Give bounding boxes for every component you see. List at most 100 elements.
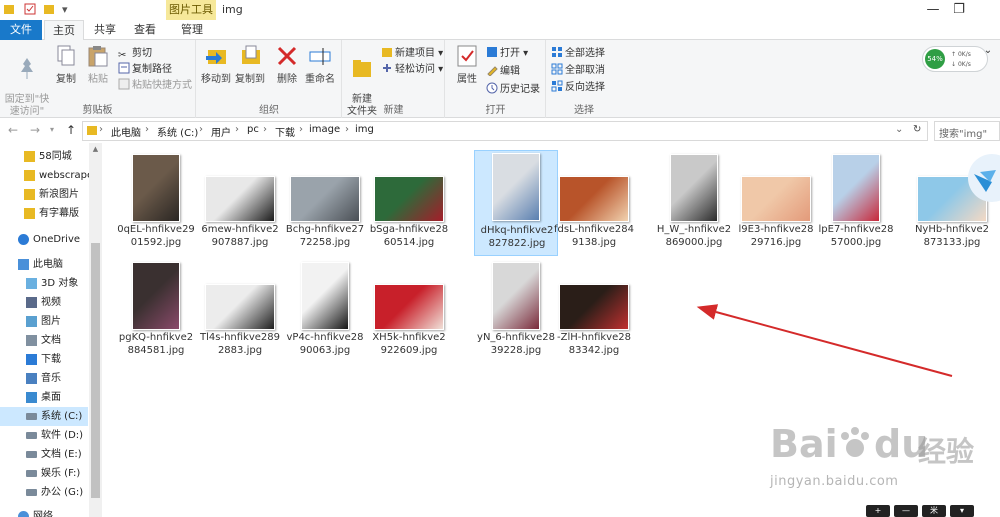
sidebar-item-label: 桌面: [41, 392, 61, 403]
sidebar-item[interactable]: webscrape: [0, 166, 93, 185]
breadcrumb-this-pc[interactable]: 此电脑: [111, 124, 141, 139]
properties-button[interactable]: 属性: [452, 44, 482, 85]
delete-button[interactable]: 删除: [273, 44, 301, 85]
breadcrumb-separator[interactable]: ›: [299, 124, 303, 135]
file-item[interactable]: -ZlH-hnfikve28 83342.jpg: [552, 258, 636, 364]
sidebar-item[interactable]: 桌面: [0, 388, 88, 407]
sidebar-item[interactable]: 系统 (C:): [0, 407, 88, 426]
sidebar-item[interactable]: 下载: [0, 350, 88, 369]
breadcrumb-separator[interactable]: ›: [199, 124, 203, 135]
folder-icon[interactable]: [4, 3, 14, 18]
rename-button[interactable]: 重命名: [303, 44, 337, 85]
sidebar-item[interactable]: 音乐: [0, 369, 88, 388]
scroll-up-arrow-icon[interactable]: ▲: [89, 145, 102, 153]
file-name: Bchg-hnfikve27 72258.jpg: [277, 223, 373, 249]
select-none-button[interactable]: 全部取消: [551, 61, 605, 76]
more-button[interactable]: ▾: [950, 505, 974, 517]
nav-scrollbar[interactable]: ▲: [89, 143, 102, 517]
copy-button[interactable]: 复制: [52, 44, 80, 85]
file-item[interactable]: vP4c-hnfikve28 90063.jpg: [283, 258, 367, 364]
refresh-icon[interactable]: ↻: [913, 124, 921, 135]
open-button[interactable]: 打开 ▾: [486, 44, 528, 59]
file-item[interactable]: Tl4s-hnfikve289 2883.jpg: [198, 258, 282, 364]
tab-home[interactable]: 主页: [44, 20, 84, 41]
tab-manage[interactable]: 管理: [172, 20, 212, 40]
sidebar-item[interactable]: 网络: [0, 507, 88, 517]
back-arrow-icon[interactable]: ←: [8, 123, 18, 137]
zoom-in-button[interactable]: +: [866, 505, 890, 517]
history-button[interactable]: 历史记录: [486, 80, 540, 95]
image-thumbnail: [670, 154, 718, 222]
folder-icon: [24, 170, 35, 181]
easy-access-button[interactable]: 轻松访问 ▾: [381, 60, 443, 75]
breadcrumb-downloads[interactable]: 下载: [275, 124, 295, 139]
address-dropdown-icon[interactable]: ⌄: [895, 124, 903, 135]
file-item[interactable]: 0qEL-hnfikve29 01592.jpg: [114, 150, 198, 256]
breadcrumb-image[interactable]: image: [309, 124, 340, 135]
sidebar-item[interactable]: 3D 对象: [0, 274, 88, 293]
forward-arrow-icon[interactable]: →: [30, 123, 40, 137]
file-item[interactable]: Bchg-hnfikve27 72258.jpg: [283, 150, 367, 256]
sidebar-item[interactable]: 视频: [0, 293, 88, 312]
customize-quick-access-icon[interactable]: ▾: [62, 3, 68, 16]
sidebar-item[interactable]: 新浪图片: [0, 185, 88, 204]
measure-button[interactable]: 米: [922, 505, 946, 517]
paste-button[interactable]: 粘贴: [84, 44, 112, 85]
breadcrumb-c-drive[interactable]: 系统 (C:): [157, 124, 198, 139]
sidebar-item[interactable]: 58同城: [0, 147, 88, 166]
breadcrumb-img[interactable]: img: [355, 124, 374, 135]
assistant-bird-icon[interactable]: [962, 152, 1000, 212]
breadcrumb-separator[interactable]: ›: [99, 124, 103, 135]
recent-locations-icon[interactable]: ▾: [50, 125, 54, 134]
file-item[interactable]: bSga-hnfikve28 60514.jpg: [367, 150, 451, 256]
file-item[interactable]: pgKQ-hnfikve2 884581.jpg: [114, 258, 198, 364]
file-item[interactable]: 6mew-hnfikve2 907887.jpg: [198, 150, 282, 256]
sidebar-item[interactable]: 办公 (G:): [0, 483, 88, 502]
search-input[interactable]: 搜索"img": [934, 121, 1000, 141]
paste-shortcut-button[interactable]: 粘贴快捷方式: [118, 76, 192, 91]
edit-button[interactable]: 编辑: [486, 62, 520, 77]
breadcrumb-separator[interactable]: ›: [145, 124, 149, 135]
sidebar-item[interactable]: 文档: [0, 331, 88, 350]
copy-path-button[interactable]: 复制路径: [118, 60, 172, 75]
bottom-toolbar: + — 米 ▾: [866, 505, 976, 517]
breadcrumb-separator[interactable]: ›: [235, 124, 239, 135]
sidebar-item-label: 新浪图片: [39, 189, 79, 200]
tab-view[interactable]: 查看: [128, 20, 162, 40]
copy-to-button[interactable]: 复制到: [235, 44, 265, 85]
breadcrumb-separator[interactable]: ›: [345, 124, 349, 135]
breadcrumb-users[interactable]: 用户: [211, 124, 231, 139]
file-item[interactable]: lpE7-hnfikve28 57000.jpg: [814, 150, 898, 256]
pin-icon: [21, 58, 33, 79]
properties-icon[interactable]: [24, 3, 36, 18]
sidebar-item[interactable]: 图片: [0, 312, 88, 331]
file-item[interactable]: fdsL-hnfikve284 9138.jpg: [552, 150, 636, 256]
file-item[interactable]: XH5k-hnfikve2 922609.jpg: [367, 258, 451, 364]
new-item-button[interactable]: 新建项目 ▾: [381, 44, 443, 59]
file-item[interactable]: l9E3-hnfikve28 29716.jpg: [734, 150, 818, 256]
select-all-button[interactable]: 全部选择: [551, 44, 605, 59]
tab-share[interactable]: 共享: [88, 20, 122, 40]
sidebar-item[interactable]: 文档 (E:): [0, 445, 88, 464]
breadcrumb-separator[interactable]: ›: [263, 124, 267, 135]
nav-scrollbar-thumb[interactable]: [91, 243, 100, 498]
new-folder-icon[interactable]: [44, 3, 54, 18]
up-arrow-icon[interactable]: ↑: [66, 123, 76, 137]
move-to-button[interactable]: 移动到: [201, 44, 231, 85]
restore-button[interactable]: ❐: [944, 1, 974, 19]
address-bar[interactable]: › 此电脑 › 系统 (C:) › 用户 › pc › 下载 › image ›…: [82, 121, 928, 141]
net-speed-widget[interactable]: 54% ↑ 0K/s ↓ 0K/s: [922, 46, 988, 72]
sidebar-item[interactable]: 娱乐 (F:): [0, 464, 88, 483]
zoom-out-button[interactable]: —: [894, 505, 918, 517]
sidebar-item[interactable]: 有字幕版: [0, 204, 88, 223]
history-icon: [486, 82, 498, 94]
sidebar-item[interactable]: OneDrive: [0, 230, 88, 249]
file-name-line-1: NyHb-hnfikve2: [914, 224, 990, 235]
invert-selection-button[interactable]: 反向选择: [551, 78, 605, 93]
breadcrumb-pc[interactable]: pc: [247, 124, 259, 135]
sidebar-item-label: 文档 (E:): [41, 449, 82, 460]
tab-file[interactable]: 文件: [0, 20, 42, 40]
sidebar-item[interactable]: 软件 (D:): [0, 426, 88, 445]
sidebar-item[interactable]: 此电脑: [0, 255, 88, 274]
file-item[interactable]: H_W_-hnfikve2 869000.jpg: [652, 150, 736, 256]
